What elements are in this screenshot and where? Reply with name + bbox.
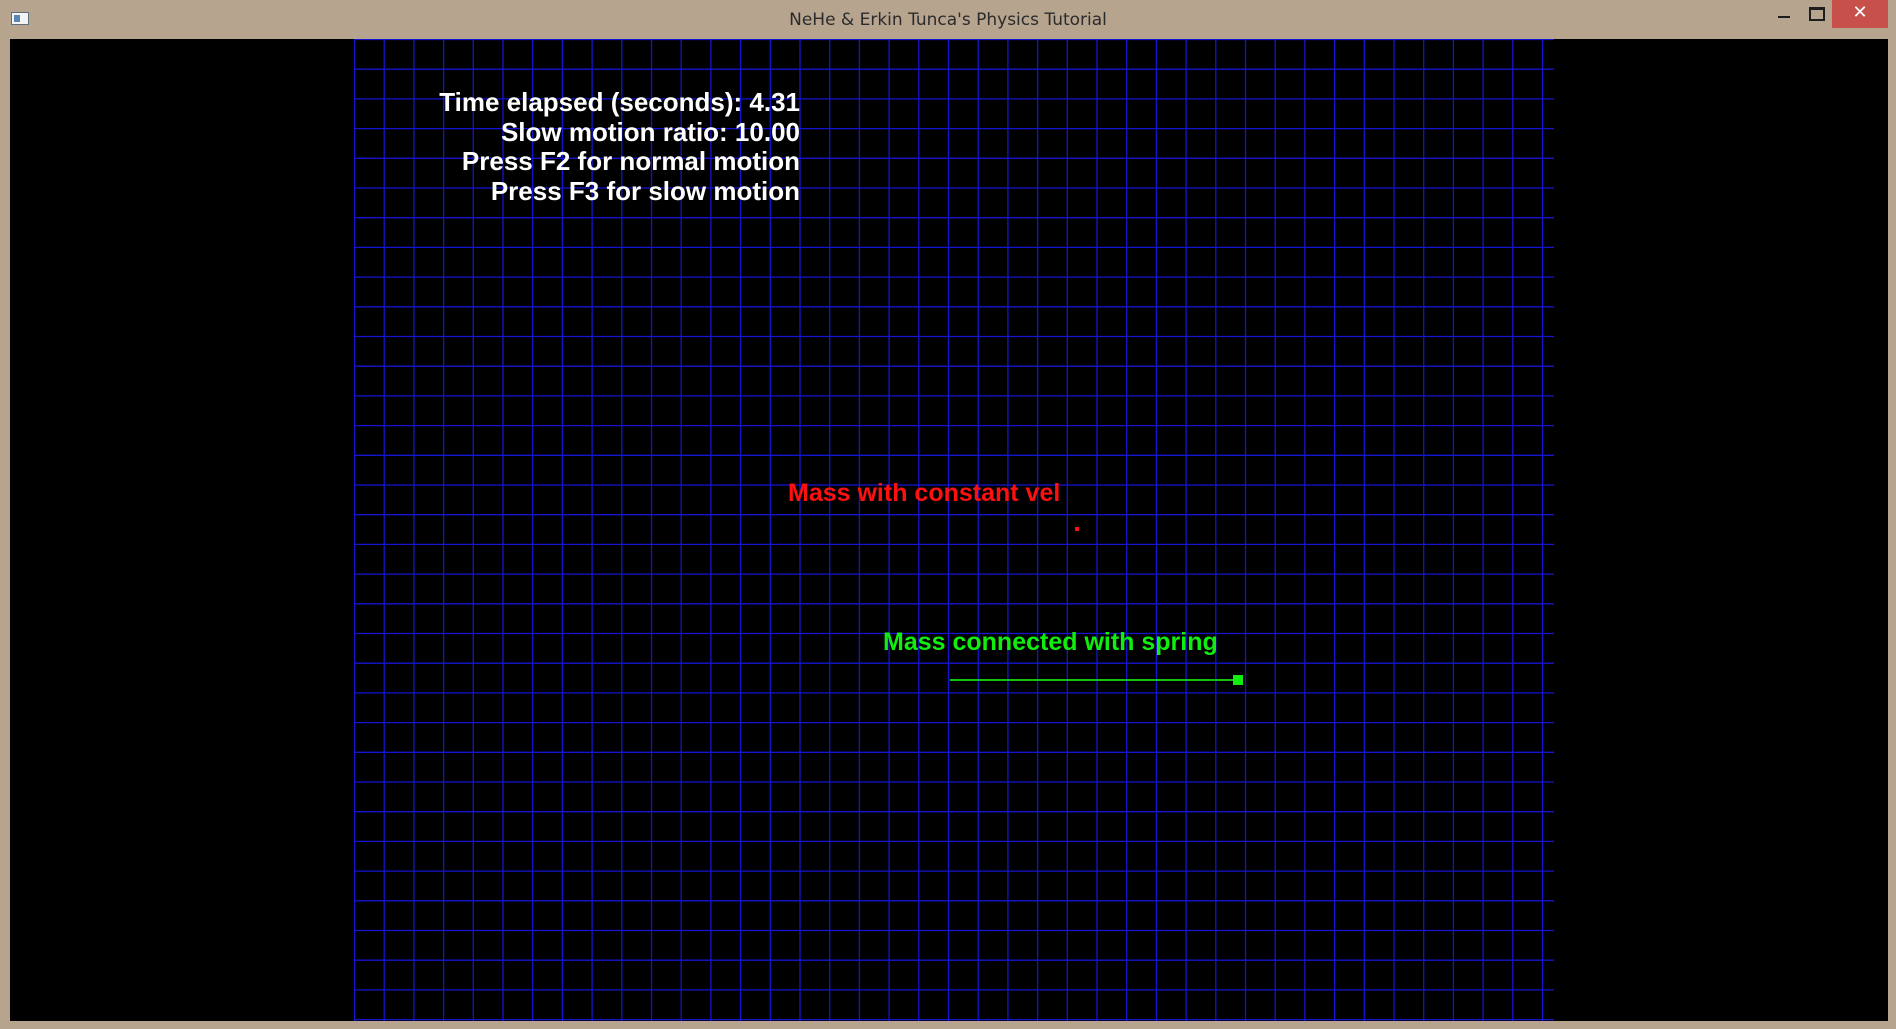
close-icon: ✕ [1852, 2, 1868, 23]
application-window: NeHe & Erkin Tunca's Physics Tutorial ✕ … [0, 0, 1896, 1029]
opengl-viewport[interactable]: Time elapsed (seconds): 4.31 Slow motion… [10, 39, 1888, 1021]
normal-motion-hint: Press F2 for normal motion [461, 146, 800, 176]
hud-info: Time elapsed (seconds): 4.31 Slow motion… [350, 87, 800, 206]
scene-objects [950, 527, 1243, 685]
maximize-icon [1809, 7, 1825, 21]
minimize-button[interactable] [1768, 0, 1798, 28]
window-title: NeHe & Erkin Tunca's Physics Tutorial [789, 10, 1107, 30]
constant-velocity-mass [1075, 527, 1079, 531]
close-button[interactable]: ✕ [1832, 0, 1888, 28]
slow-motion-hint: Press F3 for slow motion [490, 175, 800, 206]
minimize-icon [1778, 16, 1790, 18]
time-elapsed-text: Time elapsed (seconds): 4.31 [439, 87, 800, 117]
spring-mass [1233, 675, 1243, 685]
title-bar[interactable]: NeHe & Erkin Tunca's Physics Tutorial ✕ [0, 0, 1896, 39]
slow-motion-ratio-text: Slow motion ratio: 10.00 [500, 116, 800, 147]
constant-velocity-label: Mass with constant vel [788, 479, 1061, 507]
spring-mass-label: Mass connected with spring [883, 628, 1218, 656]
maximize-button[interactable] [1800, 0, 1832, 28]
